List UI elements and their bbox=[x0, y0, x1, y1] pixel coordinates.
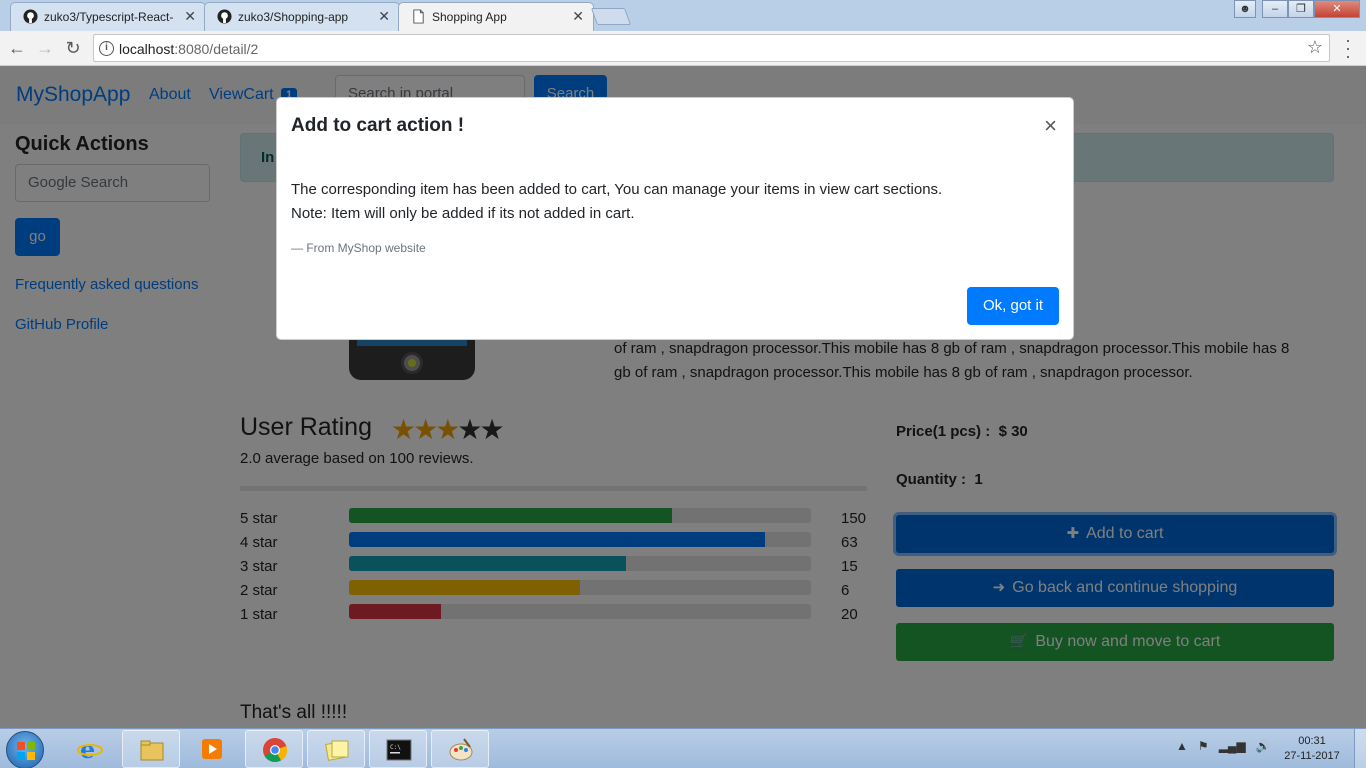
back-arrow-icon[interactable]: ← bbox=[6, 37, 28, 59]
browser-menu-icon[interactable]: · · · bbox=[1342, 31, 1354, 65]
web-page: MyShopApp About ViewCart 1 Search in por… bbox=[0, 66, 1366, 728]
system-tray: ▲ ⚑ ▂▄▆ 🔊 bbox=[1176, 739, 1271, 753]
browser-tabstrip: zuko3/Typescript-React- ✕ zuko3/Shopping… bbox=[0, 0, 1366, 31]
info-icon[interactable]: i bbox=[99, 41, 114, 56]
show-hidden-icons-icon[interactable]: ▲ bbox=[1176, 739, 1188, 753]
terminal-icon: C:\ bbox=[386, 739, 412, 761]
minimize-icon[interactable]: – bbox=[1262, 0, 1288, 18]
taskbar-internet-explorer[interactable]: e bbox=[61, 730, 119, 768]
taskbar-media-player[interactable] bbox=[183, 730, 241, 768]
browser-tab-shopping-app[interactable]: Shopping App ✕ bbox=[398, 2, 594, 31]
close-window-icon[interactable]: ✕ bbox=[1314, 0, 1360, 18]
windows-taskbar: e C:\ ▲ ⚑ ▂▄▆ 🔊 00:31 27-11-2017 bbox=[0, 728, 1366, 768]
user-profile-icon[interactable]: ☻ bbox=[1234, 0, 1256, 18]
tab-title: zuko3/Typescript-React- bbox=[44, 10, 174, 24]
media-player-icon bbox=[202, 739, 222, 759]
start-button[interactable] bbox=[6, 731, 44, 768]
modal-source: — From MyShop website bbox=[291, 241, 426, 255]
modal-title: Add to cart action ! bbox=[291, 115, 465, 136]
network-signal-icon[interactable]: ▂▄▆ bbox=[1219, 739, 1246, 753]
action-center-icon[interactable]: ⚑ bbox=[1198, 739, 1209, 753]
browser-tab-shopping-app-repo[interactable]: zuko3/Shopping-app ✕ bbox=[204, 2, 400, 31]
url-path: :8080/detail/2 bbox=[174, 41, 259, 57]
tab-close-icon[interactable]: ✕ bbox=[572, 8, 584, 25]
bookmark-star-icon[interactable]: ☆ bbox=[1307, 37, 1323, 58]
tab-title: Shopping App bbox=[432, 10, 507, 24]
ok-got-it-button[interactable]: Ok, got it bbox=[967, 287, 1059, 325]
taskbar-sticky-notes[interactable] bbox=[307, 730, 365, 768]
maximize-icon[interactable]: ❐ bbox=[1288, 0, 1314, 18]
taskbar-command-prompt[interactable]: C:\ bbox=[369, 730, 427, 768]
chrome-icon bbox=[263, 738, 288, 763]
forward-arrow-icon[interactable]: → bbox=[34, 37, 56, 59]
show-desktop-button[interactable] bbox=[1354, 729, 1366, 768]
tab-close-icon[interactable]: ✕ bbox=[184, 8, 196, 25]
url-text: localhost:8080/detail/2 bbox=[119, 41, 258, 57]
modal-message: The corresponding item has been added to… bbox=[291, 181, 943, 198]
modal-body: The corresponding item has been added to… bbox=[291, 178, 942, 226]
taskbar-paint[interactable] bbox=[431, 730, 489, 768]
add-to-cart-modal: Add to cart action ! × The corresponding… bbox=[276, 97, 1074, 340]
system-clock[interactable]: 00:31 27-11-2017 bbox=[1282, 734, 1342, 764]
page-icon bbox=[413, 9, 424, 24]
reload-icon[interactable]: ↻ bbox=[62, 37, 84, 59]
folder-icon bbox=[140, 740, 164, 761]
modal-note: Note: Item will only be added if its not… bbox=[291, 205, 635, 222]
address-bar[interactable]: i localhost:8080/detail/2 ☆ bbox=[93, 34, 1330, 62]
clock-date: 27-11-2017 bbox=[1284, 750, 1340, 762]
tab-close-icon[interactable]: ✕ bbox=[378, 8, 390, 25]
close-icon[interactable]: × bbox=[1044, 115, 1057, 137]
windows-logo-icon bbox=[17, 742, 35, 760]
taskbar-file-explorer[interactable] bbox=[122, 730, 180, 768]
svg-text:e: e bbox=[80, 736, 95, 762]
url-host: localhost bbox=[119, 41, 175, 57]
new-tab-button[interactable] bbox=[590, 8, 632, 25]
browser-toolbar: ← → ↻ i localhost:8080/detail/2 ☆ · · · bbox=[0, 31, 1366, 66]
svg-text:C:\: C:\ bbox=[390, 744, 401, 751]
github-icon bbox=[23, 9, 38, 24]
volume-icon[interactable]: 🔊 bbox=[1256, 739, 1271, 753]
github-icon bbox=[217, 9, 232, 24]
clock-time: 00:31 bbox=[1298, 735, 1326, 747]
browser-tab-typescript-react[interactable]: zuko3/Typescript-React- ✕ bbox=[10, 2, 206, 31]
paint-palette-icon bbox=[449, 738, 473, 761]
tab-title: zuko3/Shopping-app bbox=[238, 10, 349, 24]
sticky-notes-icon bbox=[325, 740, 349, 761]
taskbar-chrome[interactable] bbox=[245, 730, 303, 768]
internet-explorer-icon: e bbox=[77, 736, 103, 762]
